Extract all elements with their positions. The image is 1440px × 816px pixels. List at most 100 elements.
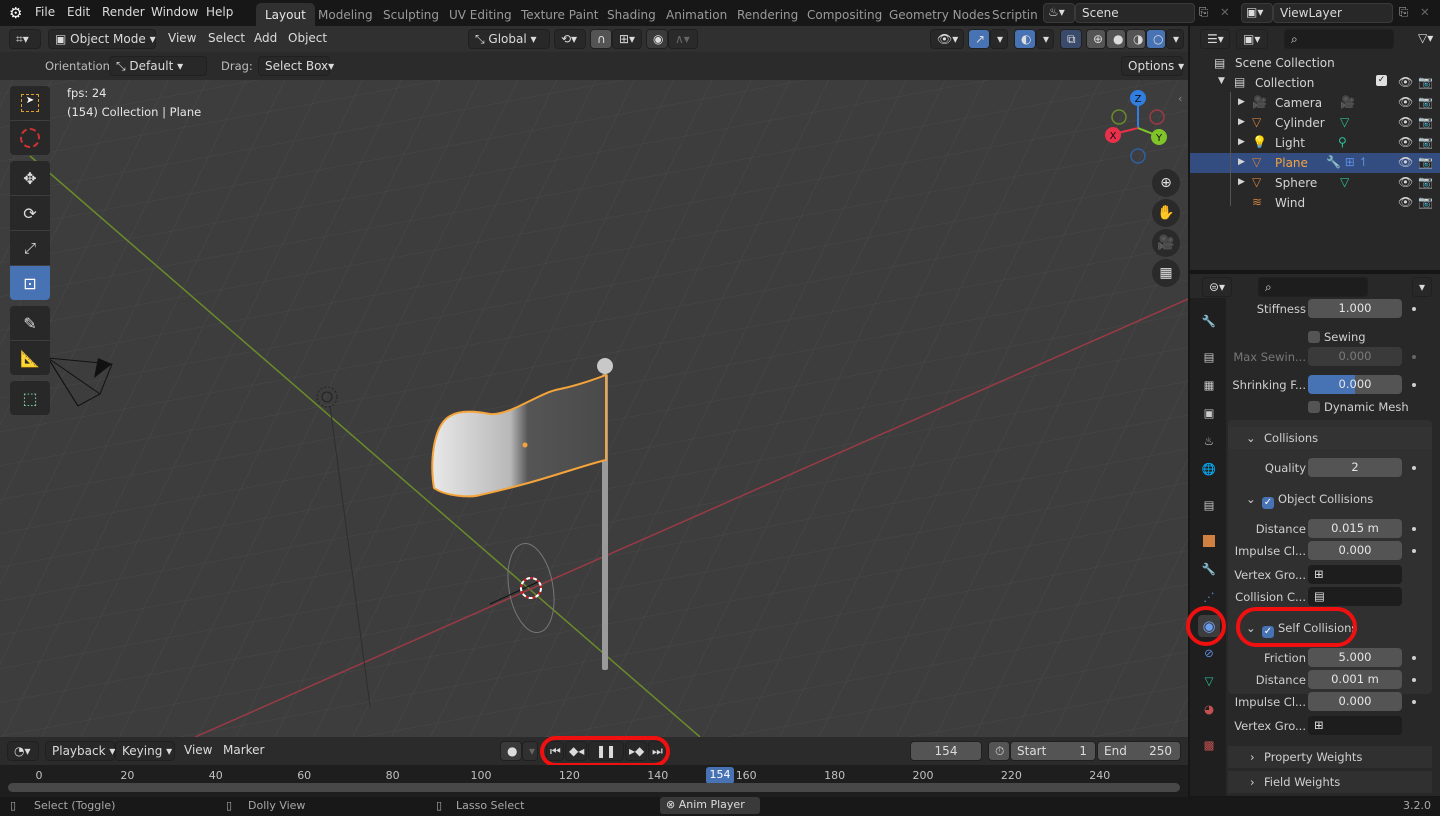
new-scene-icon[interactable]: ⎘ [1199, 5, 1208, 20]
outliner-item-wind[interactable]: ≋ Wind 👁 📷 [1190, 193, 1440, 213]
snap-toggle[interactable]: ∩ [590, 29, 612, 49]
data-icon[interactable]: ▽ [1340, 175, 1349, 189]
end-frame-field[interactable]: End 250 [1097, 741, 1181, 761]
tab-render[interactable]: ▤ [1198, 346, 1220, 368]
ortho-toggle-button[interactable]: ▦ [1152, 259, 1180, 287]
tab-collection[interactable]: ▤ [1198, 494, 1220, 516]
tab-sculpting[interactable]: Sculpting [374, 3, 448, 26]
xray-toggle[interactable]: ⧉ [1060, 29, 1082, 49]
outliner-item-cylinder[interactable]: ▶ ▽ Cylinder ▽ 👁 📷 [1190, 113, 1440, 133]
tool-cursor[interactable] [10, 121, 50, 155]
visibility-eye-icon[interactable]: 👁 [1398, 95, 1413, 109]
oc-vertex-group-field[interactable]: ⊞ [1308, 565, 1402, 584]
start-frame-field[interactable]: Start 1 [1010, 741, 1096, 761]
menu-window[interactable]: Window [151, 5, 198, 19]
tab-output[interactable]: ▦ [1198, 374, 1220, 396]
tab-texture[interactable]: ▩ [1198, 734, 1220, 756]
data-icon[interactable]: ▽ [1340, 115, 1349, 129]
oc-distance-field[interactable]: 0.015 m [1308, 519, 1402, 538]
visibility-dropdown[interactable]: 👁▾ [930, 29, 964, 49]
outliner-item-light[interactable]: ▶ 💡 Light ⚲ 👁 📷 [1190, 133, 1440, 153]
tool-select-box[interactable]: ➤ [10, 86, 50, 120]
zoom-view-button[interactable]: ⊕ [1152, 169, 1180, 197]
expand-arrow-icon[interactable]: ▶ [1238, 137, 1245, 147]
max-sewing-field[interactable]: 0.000 [1308, 347, 1402, 366]
properties-options-dropdown[interactable]: ▾ [1412, 277, 1432, 297]
sc-impulse-field[interactable]: 0.000 [1308, 692, 1402, 711]
panel-field-weights[interactable]: › Field Weights [1228, 771, 1432, 793]
orientation-dropdown[interactable]: ⤡ Default ▾ [109, 56, 207, 76]
cancel-job-icon[interactable]: ⊗ [666, 798, 679, 811]
tab-material[interactable]: ◕ [1198, 698, 1220, 720]
shading-solid[interactable]: ● [1106, 29, 1126, 49]
visibility-eye-icon[interactable]: 👁 [1398, 115, 1413, 129]
shading-rendered[interactable]: ○ [1146, 29, 1166, 49]
sc-distance-field[interactable]: 0.001 m [1308, 670, 1402, 689]
viewlayer-selector-button[interactable]: ▣▾ [1241, 3, 1273, 23]
dynamic-mesh-checkbox[interactable]: Dynamic Mesh [1308, 400, 1409, 414]
transform-orientation-dropdown[interactable]: ⤡ Global ▾ [468, 29, 550, 49]
keyframe-dot[interactable] [1412, 700, 1416, 704]
new-viewlayer-icon[interactable]: ⎘ [1399, 5, 1408, 20]
menu-object[interactable]: Object [282, 29, 333, 49]
keying-menu[interactable]: Keying ▾ [115, 741, 175, 761]
playhead-frame-indicator[interactable]: 154 [706, 767, 734, 784]
keyframe-dot[interactable] [1412, 656, 1416, 660]
properties-editor-type[interactable]: ⊜▾ [1202, 277, 1232, 297]
outliner-item-sphere[interactable]: ▶ ▽ Sphere ▽ 👁 📷 [1190, 173, 1440, 193]
data-icon[interactable]: 🔧 ⊞ ↿ [1326, 155, 1369, 169]
camera-view-button[interactable]: 🎥 [1152, 229, 1180, 257]
pan-view-button[interactable]: ✋ [1152, 199, 1180, 227]
playback-menu[interactable]: Playback ▾ [45, 741, 115, 761]
navigation-gizmo[interactable]: Z X Y [1100, 88, 1170, 168]
scene-name-field[interactable]: Scene [1075, 3, 1195, 23]
tab-scene[interactable]: ♨ [1198, 430, 1220, 452]
outliner-editor-type[interactable]: ☰▾ [1200, 29, 1230, 49]
tab-uv-editing[interactable]: UV Editing [440, 3, 521, 26]
panel-object-collisions-header[interactable]: ⌄ ✓ Object Collisions [1228, 488, 1432, 510]
tab-animation[interactable]: Animation [657, 3, 736, 26]
tool-annotate[interactable]: ✎ [10, 306, 50, 340]
collapse-arrow-icon[interactable]: ▼ [1218, 76, 1225, 86]
visibility-eye-icon[interactable]: 👁 [1398, 135, 1413, 149]
tab-texture-paint[interactable]: Texture Paint [512, 3, 607, 26]
menu-edit[interactable]: Edit [67, 5, 90, 19]
tab-rendering[interactable]: Rendering [728, 3, 807, 26]
gizmo-toggle[interactable]: ↗ [968, 29, 990, 49]
overlays-toggle[interactable]: ◐ [1014, 29, 1036, 49]
menu-select[interactable]: Select [202, 29, 251, 49]
render-camera-icon[interactable]: 📷 [1418, 135, 1433, 149]
tool-rotate[interactable]: ⟳ [10, 196, 50, 230]
shading-wireframe[interactable]: ⊕ [1086, 29, 1106, 49]
properties-search-input[interactable]: ⌕ [1258, 277, 1368, 297]
render-camera-icon[interactable]: 📷 [1418, 155, 1433, 169]
display-mode-dropdown[interactable]: ▣▾ [1236, 29, 1268, 49]
data-icon[interactable]: 🎥 [1340, 95, 1355, 109]
tab-data[interactable]: ▽ [1198, 670, 1220, 692]
keyframe-dot[interactable] [1412, 466, 1416, 470]
preview-range-toggle[interactable]: ⏱ [988, 741, 1010, 761]
tab-view-layer[interactable]: ▣ [1198, 402, 1220, 424]
keyframe-dot[interactable] [1412, 383, 1416, 387]
3d-viewport[interactable]: Z X Y ⊕ ✋ 🎥 ▦ ‹ fps: 24 (154) Collection… [0, 26, 1188, 737]
keyframe-dot[interactable] [1412, 549, 1416, 553]
render-camera-icon[interactable]: 📷 [1418, 95, 1433, 109]
outliner-item-plane[interactable]: ▶ ▽ Plane 🔧 ⊞ ↿ 👁 📷 [1190, 153, 1440, 173]
tab-world[interactable]: 🌐 [1198, 458, 1220, 480]
panel-collisions-header[interactable]: ⌄ Collisions [1228, 427, 1432, 449]
current-frame-field[interactable]: 154 [910, 741, 982, 761]
keyframe-dot[interactable] [1412, 355, 1416, 359]
collision-collection-field[interactable]: ▤ [1308, 587, 1402, 606]
exclude-checkbox[interactable]: ✓ [1376, 75, 1387, 86]
prop-sewing[interactable]: Sewing [1228, 326, 1432, 348]
tab-particles[interactable]: ⋰ [1198, 586, 1220, 608]
tab-modifiers[interactable]: 🔧 [1198, 558, 1220, 580]
filter-dropdown[interactable]: ▽▾ [1412, 29, 1440, 49]
render-camera-icon[interactable]: 📷 [1418, 175, 1433, 189]
prop-dynamic-mesh[interactable]: Dynamic Mesh [1228, 396, 1432, 418]
tool-move[interactable]: ✥ [10, 161, 50, 195]
shading-material[interactable]: ◑ [1126, 29, 1146, 49]
anim-player-job[interactable]: ⊗ Anim Player [660, 797, 760, 814]
gizmo-neg-y[interactable] [1111, 109, 1127, 125]
proportional-edit-toggle[interactable]: ◉ [646, 29, 668, 49]
